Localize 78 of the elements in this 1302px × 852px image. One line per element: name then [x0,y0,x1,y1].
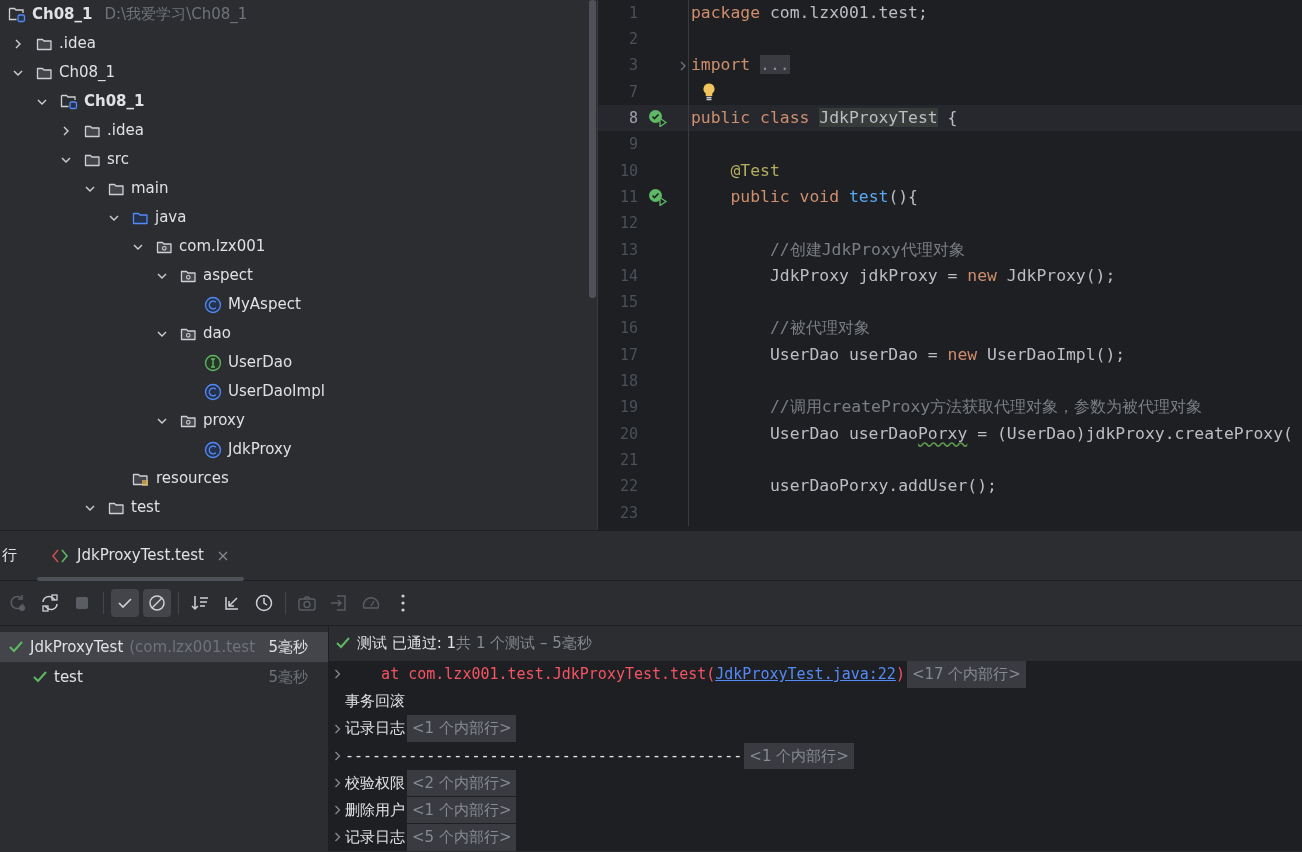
tree-item[interactable]: src [0,145,588,174]
module-icon [60,93,78,110]
code-line: //调用createProxy方法获取代理对象，参数为被代理对象 [768,396,1203,419]
module-icon [8,6,26,23]
tree-item[interactable]: Ch08_1 [0,58,588,87]
code-line: userDaoPorxy.addUser(); [768,475,997,498]
expand-chevron-icon[interactable] [334,722,342,735]
code-line: package com.lzx001.test; [690,1,928,24]
lightbulb-icon[interactable] [701,82,717,103]
tree-item[interactable]: java [0,203,588,232]
tree-item[interactable]: com.lzx001 [0,232,588,261]
status-text: 测试 已通过: 1 [357,633,457,655]
rerun-icon [8,593,28,613]
tree-item[interactable]: resources [0,464,588,493]
checkmark-button[interactable] [111,589,139,617]
class-icon [204,440,222,459]
console-line: 删除用户 [345,799,405,821]
expand-chevron-icon[interactable] [334,831,342,844]
console-line: 校验权限 [345,772,405,794]
run-tab[interactable]: JdkProxyTest.test [37,530,244,581]
fold-chevron-icon[interactable] [678,59,688,72]
expand-chevron-icon[interactable] [334,777,342,790]
tree-item[interactable]: aspect [0,261,588,290]
code-line: public class JdkProxyTest { [690,107,958,130]
run-passed-icon[interactable] [648,109,668,128]
passed-check-icon [32,670,48,684]
test-result-icon [51,547,69,564]
code-line: public void test(){ [729,185,918,208]
scrollbar-thumb[interactable] [589,0,596,298]
tree-item[interactable]: MyAspect [0,290,588,319]
tree-item[interactable]: JdkProxy [0,435,588,464]
tree-item[interactable]: test [0,493,588,522]
code-line: UserDao userDaoPorxy = (UserDao)jdkProxy.createProxy( [768,422,1293,445]
expand-chevron-icon[interactable] [334,749,342,762]
tree-item[interactable]: Ch08_1 D:\我爱学习\Ch08_1 [0,0,588,29]
console-line: 事务回滚 [345,691,405,713]
panel-title: 行 [2,545,17,567]
code-line: //被代理对象 [768,317,870,340]
class-icon [204,382,222,401]
passed-check-icon [335,636,351,651]
tree-item[interactable]: dao [0,319,588,348]
tree-item[interactable]: UserDaoImpl [0,377,588,406]
code-line: @Test [729,159,780,182]
interface-icon [204,353,222,372]
project-path: D:\我爱学习\Ch08_1 [104,4,248,26]
code-line: JdkProxy jdkProxy = new JdkProxy(); [768,264,1116,287]
camera-icon [297,593,317,613]
tree-item[interactable]: .idea [0,116,588,145]
code-line: import ... [690,54,790,77]
line-number: 8 [627,108,638,130]
tree-item[interactable]: UserDao [0,348,588,377]
expand-chevron-icon[interactable] [334,804,342,817]
console-line: -------------------------------------------- [345,745,743,767]
tree-item[interactable]: .idea [0,29,588,58]
ignored-icon [147,593,167,613]
sort-icon [190,593,210,613]
test-tree-item[interactable]: test 5毫秒 [0,662,328,692]
console-line: 记录日志 [345,718,405,740]
console-line: 记录日志 [345,827,405,849]
expand-chevron-icon[interactable] [334,668,342,681]
stack-trace-line: at com.lzx001.test.JdkProxyTest.test(JdkProxyTest.java:22) [380,664,905,686]
export-icon [329,593,349,613]
class-icon [204,295,222,314]
clock-icon [254,593,274,613]
code-line: //创建JdkProxy代理对象 [768,238,965,261]
duration-label: 5毫秒 [268,636,308,658]
tree-item[interactable]: main [0,174,588,203]
test-summary: 共 1 个测试 – 5毫秒 [456,633,592,655]
tree-item[interactable]: Ch08_1 [0,87,588,116]
duration-label: 5毫秒 [268,666,308,688]
passed-check-icon [8,640,24,654]
tree-item[interactable]: proxy [0,406,588,435]
rerun-failed-icon [40,593,60,613]
code-line: UserDao userDao = new UserDaoImpl(); [768,343,1126,366]
source-link[interactable]: JdkProxyTest.java:22 [715,665,896,684]
more-icon [401,594,405,612]
run-passed-icon[interactable] [648,188,668,207]
ignored-button[interactable] [143,589,171,617]
